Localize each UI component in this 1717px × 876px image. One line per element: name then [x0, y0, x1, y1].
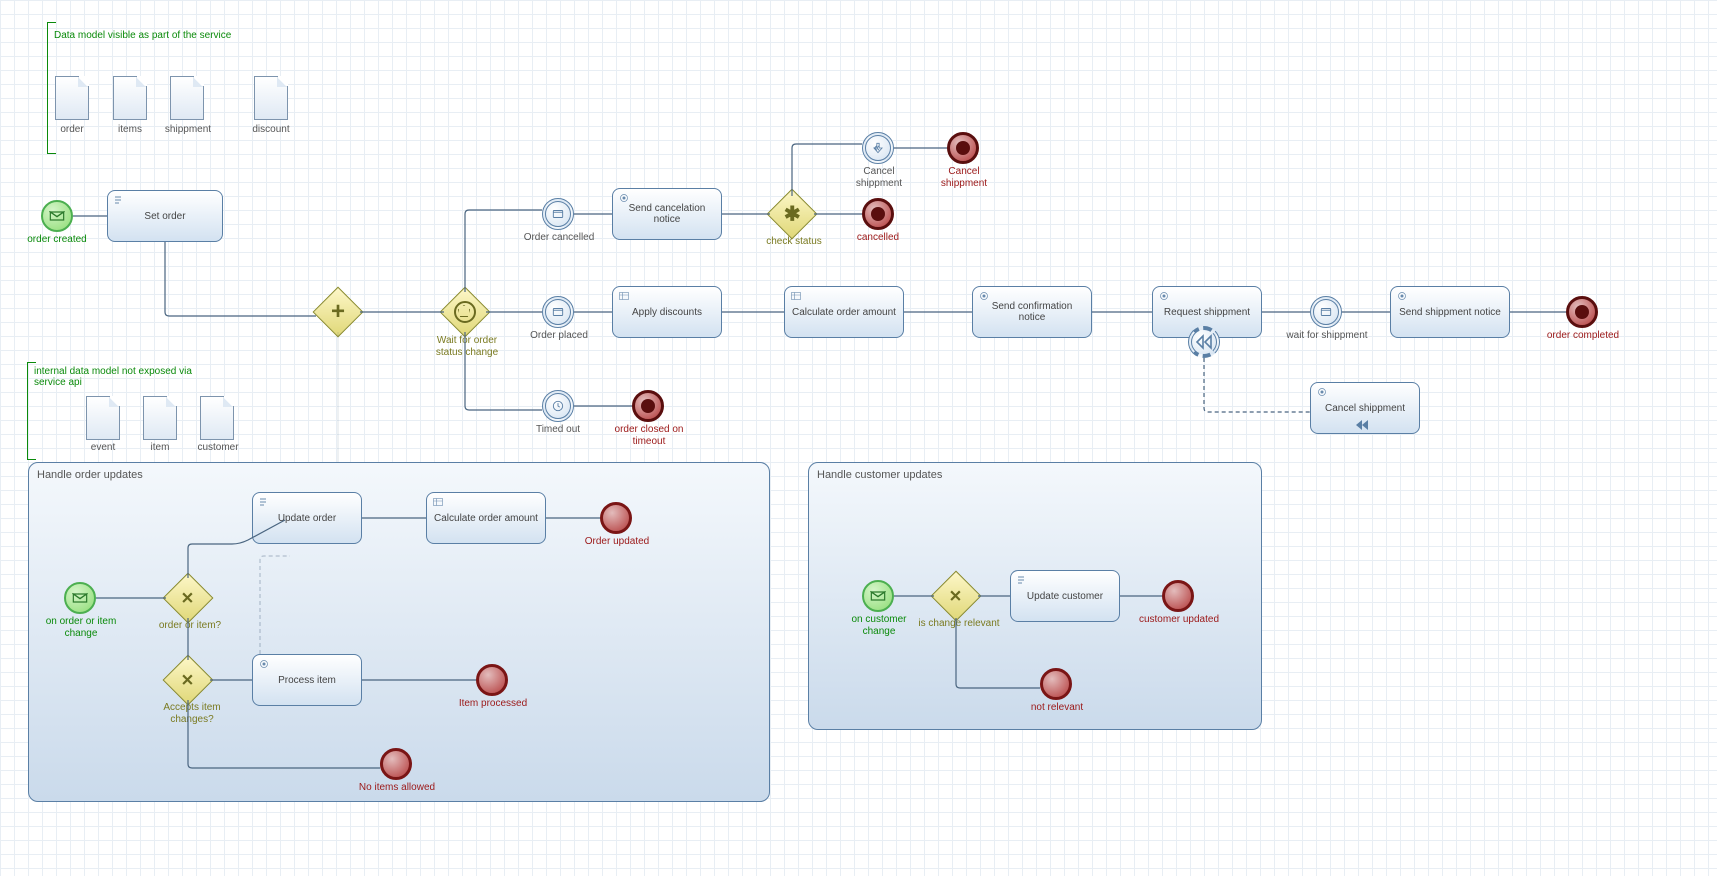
data-object-shippment[interactable] — [170, 76, 204, 120]
end-event-customer-updated[interactable] — [1162, 580, 1194, 612]
event-order-placed[interactable] — [542, 296, 574, 328]
boundary-event-compensate[interactable] — [1188, 326, 1220, 358]
gateway-wait-status-change[interactable] — [440, 287, 491, 338]
task-send-confirmation-notice[interactable]: Send confirmation notice — [972, 286, 1092, 338]
task-process-item[interactable]: Process item — [252, 654, 362, 706]
task-apply-discounts[interactable]: Apply discounts — [612, 286, 722, 338]
end-event-not-relevant[interactable] — [1040, 668, 1072, 700]
task-label: Set order — [144, 211, 185, 222]
end-label: order completed — [1540, 330, 1626, 342]
end-event-closed-timeout[interactable] — [632, 390, 664, 422]
end-event-order-completed[interactable] — [1566, 296, 1598, 328]
event-label: on order or item change — [44, 616, 118, 639]
data-object-label: shippment — [159, 124, 217, 136]
task-send-shippment-notice[interactable]: Send shippment notice — [1390, 286, 1510, 338]
event-label: on customer change — [842, 614, 916, 637]
event-wait-for-shippment[interactable] — [1310, 296, 1342, 328]
task-label: Send confirmation notice — [979, 301, 1085, 323]
event-timed-out[interactable] — [542, 390, 574, 422]
data-object-order[interactable] — [55, 76, 89, 120]
event-label: order created — [22, 234, 92, 246]
data-object-item[interactable] — [143, 396, 177, 440]
end-label: Item processed — [454, 698, 532, 710]
end-label: No items allowed — [356, 782, 438, 794]
task-label: Cancel shippment — [1325, 403, 1405, 414]
gateway-label: Accepts item changes? — [152, 702, 232, 725]
end-label: not relevant — [1020, 702, 1094, 714]
end-event-cancelled[interactable] — [862, 198, 894, 230]
data-object-label: event — [78, 442, 128, 454]
task-calculate-order-amount[interactable]: Calculate order amount — [784, 286, 904, 338]
task-label: Calculate order amount — [792, 307, 896, 318]
task-label: Update order — [278, 513, 336, 524]
end-label: customer updated — [1136, 614, 1222, 626]
event-label: Order placed — [523, 330, 595, 342]
subprocess-title: Handle order updates — [37, 469, 761, 481]
end-event-no-items-allowed[interactable] — [380, 748, 412, 780]
start-event-on-order-item-change[interactable] — [64, 582, 96, 614]
task-cancel-shippment[interactable]: Cancel shippment — [1310, 382, 1420, 434]
event-label: wait for shippment — [1284, 330, 1370, 342]
annotation-visible-model: Data model visible as part of the servic… — [54, 30, 231, 41]
data-object-label: order — [48, 124, 96, 136]
end-event-item-processed[interactable] — [476, 664, 508, 696]
gateway-label: Wait for order status change — [428, 335, 506, 358]
task-label: Apply discounts — [632, 307, 702, 318]
end-label: order closed on timeout — [608, 424, 690, 447]
task-label: Process item — [278, 675, 336, 686]
task-label: Update customer — [1027, 591, 1103, 602]
event-cancel-shippment[interactable] — [862, 132, 894, 164]
subprocess-title: Handle customer updates — [817, 469, 1253, 481]
gateway-label: check status — [758, 236, 830, 248]
data-object-event[interactable] — [86, 396, 120, 440]
task-update-order[interactable]: Update order — [252, 492, 362, 544]
start-event-on-customer-change[interactable] — [862, 580, 894, 612]
task-label: Request shippment — [1164, 307, 1250, 318]
end-event-order-updated[interactable] — [600, 502, 632, 534]
end-label: cancelled — [846, 232, 910, 244]
end-label: Cancel shippment — [924, 166, 1004, 189]
event-label: Order cancelled — [519, 232, 599, 244]
data-object-label: customer — [190, 442, 246, 454]
gateway-check-status[interactable] — [767, 189, 818, 240]
data-object-label: items — [106, 124, 154, 136]
task-label: Calculate order amount — [434, 513, 538, 524]
start-event-order-created[interactable] — [41, 200, 73, 232]
task-set-order[interactable]: Set order — [107, 190, 223, 242]
task-label: Send cancelation notice — [619, 203, 715, 225]
task-calculate-order-amount-2[interactable]: Calculate order amount — [426, 492, 546, 544]
annotation-internal-model: internal data model not exposed via serv… — [34, 366, 224, 388]
gateway-parallel[interactable] — [313, 287, 364, 338]
data-object-customer[interactable] — [200, 396, 234, 440]
task-update-customer[interactable]: Update customer — [1010, 570, 1120, 622]
task-label: Send shippment notice — [1399, 307, 1501, 318]
gateway-label: order or item? — [152, 620, 228, 632]
data-object-discount[interactable] — [254, 76, 288, 120]
end-event-cancel-shippment[interactable] — [947, 132, 979, 164]
event-label: Timed out — [526, 424, 590, 436]
event-label: Cancel shippment — [840, 166, 918, 189]
end-label: Order updated — [580, 536, 654, 548]
data-object-label: item — [136, 442, 184, 454]
event-order-cancelled[interactable] — [542, 198, 574, 230]
data-object-label: discount — [245, 124, 297, 136]
task-send-cancel-notice[interactable]: Send cancelation notice — [612, 188, 722, 240]
data-object-items[interactable] — [113, 76, 147, 120]
gateway-label: is change relevant — [916, 618, 1002, 630]
